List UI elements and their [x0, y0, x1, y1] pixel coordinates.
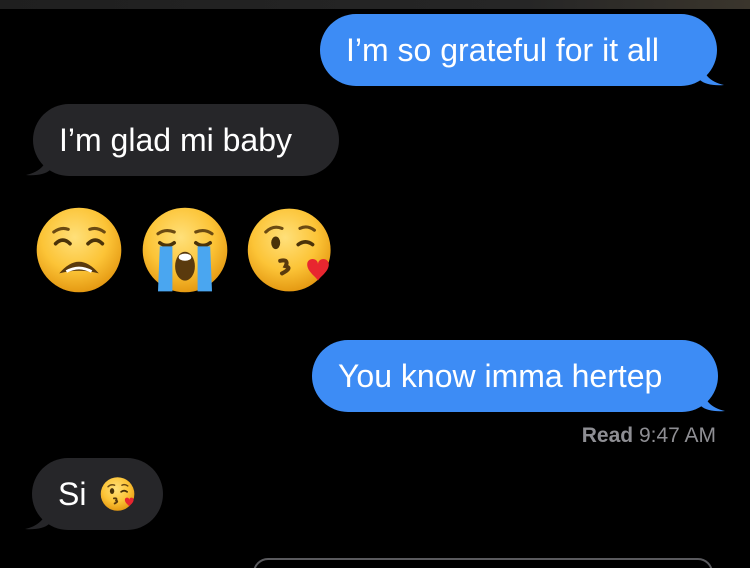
message-input[interactable]	[253, 558, 713, 568]
bubble-tail	[25, 502, 49, 530]
read-receipt: Read 9:47 AM	[582, 424, 716, 448]
message-text: Si	[58, 476, 87, 512]
face-blowing-kiss-icon	[247, 208, 331, 292]
message-bubble-sent[interactable]: I’m so grateful for it all	[320, 14, 724, 86]
message-text: I’m glad mi baby	[59, 122, 292, 158]
bubble-tail	[701, 384, 725, 412]
message-bubble-received[interactable]: I’m glad mi baby	[26, 104, 339, 176]
receipt-label: Read	[581, 424, 634, 447]
bubble-tail	[700, 58, 724, 86]
message-text: You know imma hertep	[338, 358, 663, 394]
loudly-crying-face-icon	[142, 207, 228, 293]
receipt-time: 9:47 AM	[638, 424, 716, 447]
emoji-message[interactable]	[34, 205, 344, 297]
face-blowing-kiss-icon	[101, 477, 135, 511]
message-text: I’m so grateful for it all	[346, 32, 659, 68]
message-bubble-sent[interactable]: You know imma hertep	[312, 340, 725, 412]
bubble-tail	[26, 148, 50, 176]
weary-face-icon	[36, 207, 122, 293]
message-bubble-received[interactable]: Si	[25, 458, 163, 530]
status-bar-edge	[0, 0, 750, 9]
